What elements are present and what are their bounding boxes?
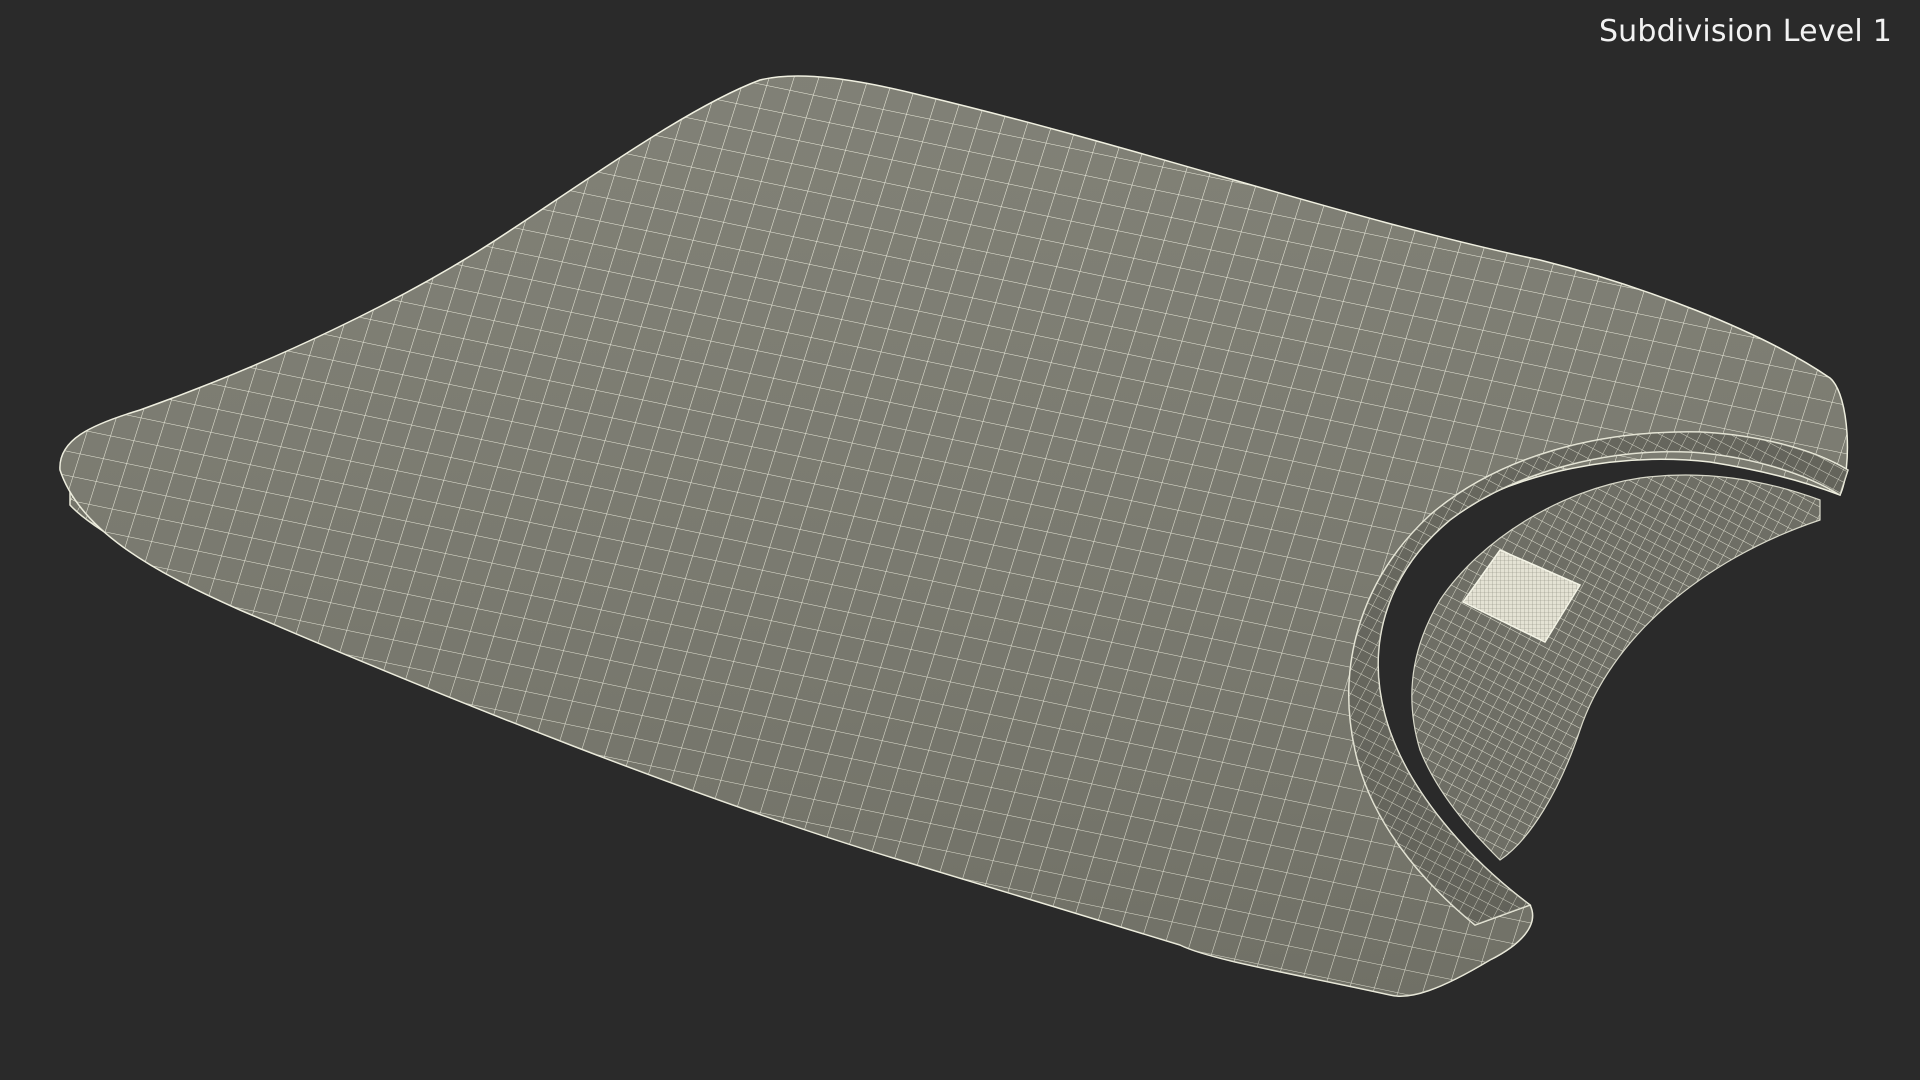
shirt-wireframe-render [59,75,1849,997]
shirt-neck-opening [1411,474,1821,861]
render-viewport: Subdivision Level 1 [0,0,1920,1080]
subdivision-level-label: Subdivision Level 1 [1598,14,1892,49]
